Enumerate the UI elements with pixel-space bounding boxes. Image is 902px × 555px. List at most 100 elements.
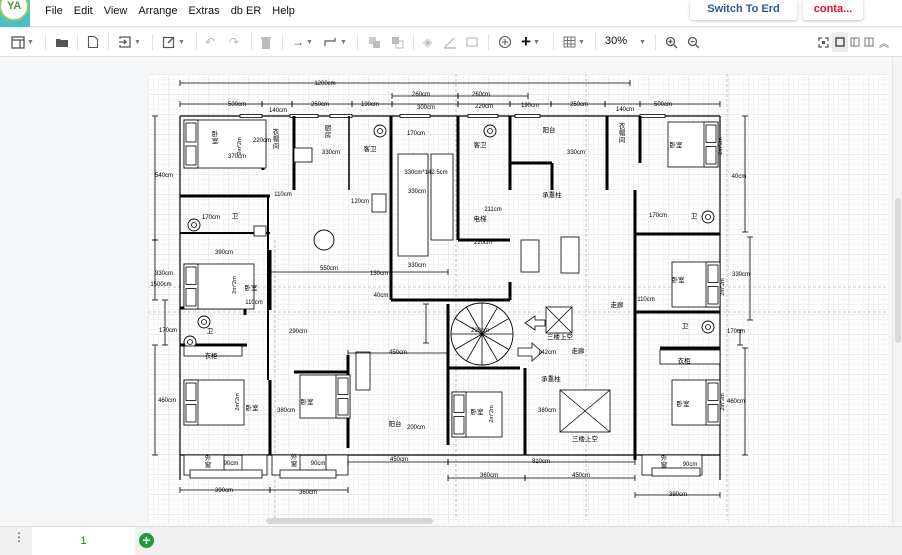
dimension-label: 390cm xyxy=(669,492,687,498)
pillow xyxy=(707,264,719,283)
pillow xyxy=(185,288,197,307)
page-tab-1[interactable]: 1 xyxy=(32,527,135,555)
delete-button[interactable] xyxy=(261,34,271,50)
open-button[interactable] xyxy=(55,34,69,50)
to-front-button[interactable] xyxy=(368,34,381,50)
dimension-label: 140cm xyxy=(616,107,634,113)
shadow-button[interactable] xyxy=(466,34,479,50)
window xyxy=(467,114,499,118)
toilet-icon xyxy=(197,315,211,329)
dimension-label: 380cm xyxy=(538,408,556,414)
zoom-in-icon xyxy=(665,36,678,48)
room-label: 三楼上空 xyxy=(547,332,574,341)
layout-single-button[interactable] xyxy=(832,32,848,52)
vertical-scroll-thumb[interactable] xyxy=(895,198,901,343)
room-label: 客卫 xyxy=(364,144,378,153)
switch-to-erd-button[interactable]: Switch To Erd xyxy=(690,0,797,20)
coffee-table xyxy=(560,236,580,274)
room-label: 客卫 xyxy=(474,140,488,149)
toilet-icon xyxy=(187,218,201,232)
dimension-label: 300cm xyxy=(417,105,435,111)
dimension-label: 290cm xyxy=(289,329,307,335)
dimension-label: 330cm xyxy=(408,189,426,195)
menu-view[interactable]: View xyxy=(104,5,128,17)
chevron-down-icon: ▼ xyxy=(578,38,585,46)
menu-arrange[interactable]: Arrange xyxy=(138,5,177,17)
divider xyxy=(488,34,489,50)
floor-plan[interactable]: 1200cm 260cm 260cm 500cm 140cm 250cm 190cm 300c… xyxy=(148,74,888,524)
room-label: 卫 xyxy=(207,327,214,335)
edit-button[interactable]: ▼ xyxy=(162,34,185,50)
sink xyxy=(253,225,267,237)
waypoints-button[interactable]: ▼ xyxy=(324,34,347,50)
room-label: 电梯 xyxy=(474,214,488,223)
import-button[interactable]: ▼ xyxy=(118,34,141,50)
divider xyxy=(357,34,358,50)
chevron-down-icon: ▼ xyxy=(27,38,34,46)
toilet-icon xyxy=(701,210,715,224)
to-back-button[interactable] xyxy=(391,34,404,50)
insert-button[interactable]: + ▼ xyxy=(521,32,540,51)
menu-edit[interactable]: Edit xyxy=(74,5,93,17)
menu-file[interactable]: File xyxy=(45,5,63,17)
toilet-icon xyxy=(483,124,497,138)
dimension-label: 330cm xyxy=(732,272,750,278)
redo-button[interactable]: ↷ xyxy=(229,34,239,50)
pillow xyxy=(453,416,465,435)
plugin-button[interactable] xyxy=(498,34,512,50)
dimension-label: 200cm xyxy=(407,425,425,431)
room-label: 阳台 xyxy=(543,125,556,134)
window xyxy=(639,114,666,118)
layout-split-button[interactable] xyxy=(850,34,860,50)
fill-color-button[interactable]: ◈ xyxy=(423,34,432,50)
dimension-label: 190cm xyxy=(361,102,379,108)
zoom-out-button[interactable] xyxy=(687,34,700,50)
bed-size-label: 2m*2m xyxy=(235,393,241,411)
line-color-button[interactable] xyxy=(443,34,457,50)
dimension-label: 110cm xyxy=(274,192,292,198)
user-avatar[interactable]: YA xyxy=(0,0,30,27)
new-page-button[interactable] xyxy=(87,34,99,50)
diagram-canvas[interactable]: 1200cm 260cm 260cm 500cm 140cm 250cm 190cm 300c… xyxy=(0,58,892,524)
menu-help[interactable]: Help xyxy=(272,5,295,17)
dimension-label: 330cm xyxy=(408,263,426,269)
pillow xyxy=(185,266,197,285)
contact-button[interactable]: conta... xyxy=(803,0,863,20)
divider xyxy=(595,34,596,50)
add-page-button[interactable]: + xyxy=(139,533,154,548)
pillow xyxy=(185,145,197,166)
format-panel-button[interactable]: ▼ xyxy=(11,34,34,50)
import-icon xyxy=(119,36,131,48)
zoom-in-button[interactable] xyxy=(665,34,678,50)
zoom-dropdown[interactable]: ▼ xyxy=(637,34,646,50)
vertical-scrollbar[interactable] xyxy=(892,58,902,524)
dimension-label: 1500cm xyxy=(150,282,171,288)
menu-db-er[interactable]: db ER xyxy=(231,5,262,17)
arrow-right-icon: → xyxy=(292,35,304,49)
pillow xyxy=(185,382,197,401)
bed-size-label: 2m*2m xyxy=(720,393,726,411)
collapse-button[interactable]: ︽ xyxy=(879,34,889,50)
dimension-label: 540cm xyxy=(155,173,173,179)
dimension-label: 330cm xyxy=(155,271,173,277)
zoom-level-select[interactable]: 30% xyxy=(605,35,627,47)
page-menu-icon[interactable]: ⋮ xyxy=(13,531,25,543)
dimension-label: 220cm xyxy=(475,104,493,110)
plugin-icon xyxy=(498,35,512,49)
dimension-label: 190cm xyxy=(521,103,539,109)
table-button[interactable]: ▼ xyxy=(563,34,585,50)
dimension-label: 170cm xyxy=(407,131,425,137)
pillow xyxy=(707,382,719,401)
bed-size-label: 2m*2m xyxy=(237,137,243,155)
menu-extras[interactable]: Extras xyxy=(189,5,220,17)
connection-button[interactable]: → ▼ xyxy=(292,34,313,50)
avatar-initials: YA xyxy=(7,0,22,12)
dimension-label: 330cm xyxy=(567,150,585,156)
room-label: 衣柜 xyxy=(678,356,692,365)
room-label: 卧室 xyxy=(677,399,691,408)
fit-button[interactable] xyxy=(818,34,829,50)
new-page-icon xyxy=(87,35,99,49)
layout-split2-button[interactable] xyxy=(864,34,874,50)
horizontal-scroll-thumb[interactable] xyxy=(266,518,433,524)
undo-button[interactable]: ↶ xyxy=(205,34,215,50)
